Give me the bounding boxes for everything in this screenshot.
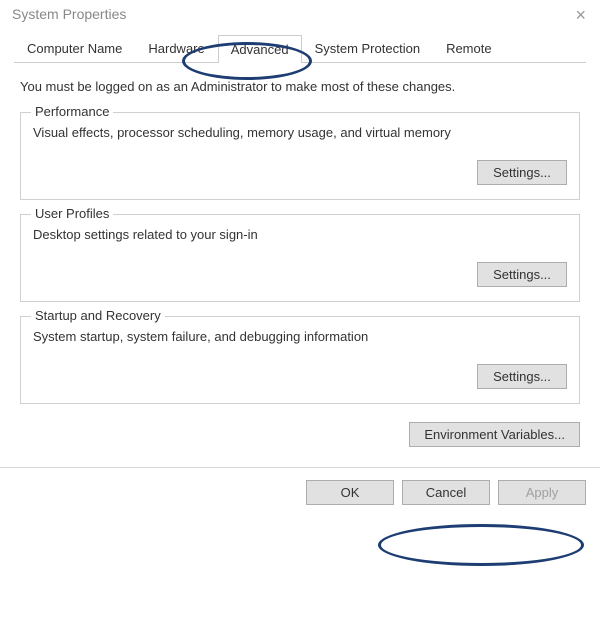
close-icon[interactable]: × xyxy=(569,6,592,24)
tab-remote[interactable]: Remote xyxy=(433,34,505,62)
window-title: System Properties xyxy=(12,6,126,22)
cancel-button[interactable]: Cancel xyxy=(402,480,490,505)
tabstrip: Computer Name Hardware Advanced System P… xyxy=(14,34,586,63)
tab-advanced[interactable]: Advanced xyxy=(218,35,302,63)
legend-startup-recovery: Startup and Recovery xyxy=(31,308,165,323)
environment-variables-button[interactable]: Environment Variables... xyxy=(409,422,580,447)
group-user-profiles: User Profiles Desktop settings related t… xyxy=(20,214,580,302)
dialog-footer: OK Cancel Apply xyxy=(0,468,600,517)
admin-notice: You must be logged on as an Administrato… xyxy=(14,71,586,106)
titlebar: System Properties × xyxy=(0,0,600,28)
legend-user-profiles: User Profiles xyxy=(31,206,113,221)
apply-button[interactable]: Apply xyxy=(498,480,586,505)
tab-system-protection[interactable]: System Protection xyxy=(302,34,434,62)
performance-settings-button[interactable]: Settings... xyxy=(477,160,567,185)
user-profiles-settings-button[interactable]: Settings... xyxy=(477,262,567,287)
tab-computer-name[interactable]: Computer Name xyxy=(14,34,135,62)
group-performance: Performance Visual effects, processor sc… xyxy=(20,112,580,200)
tab-hardware[interactable]: Hardware xyxy=(135,34,217,62)
desc-startup-recovery: System startup, system failure, and debu… xyxy=(33,329,567,344)
highlight-oval-env-vars xyxy=(378,524,584,566)
desc-user-profiles: Desktop settings related to your sign-in xyxy=(33,227,567,242)
dialog-body: Computer Name Hardware Advanced System P… xyxy=(0,28,600,455)
ok-button[interactable]: OK xyxy=(306,480,394,505)
desc-performance: Visual effects, processor scheduling, me… xyxy=(33,125,567,140)
legend-performance: Performance xyxy=(31,104,113,119)
group-startup-recovery: Startup and Recovery System startup, sys… xyxy=(20,316,580,404)
startup-recovery-settings-button[interactable]: Settings... xyxy=(477,364,567,389)
